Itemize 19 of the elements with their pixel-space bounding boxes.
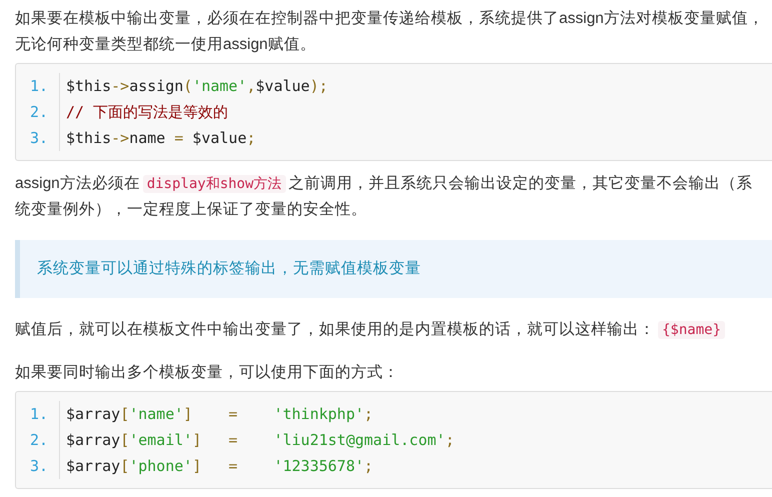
inline-code: {$name}	[658, 321, 726, 339]
line-number: 1.	[16, 401, 60, 427]
code-line: $array['phone'] = '12335678';	[65, 456, 374, 477]
paragraph: 如果要在模板中输出变量，必须在在控制器中把变量传递给模板，系统提供了assign方法对模板变量赋值，无论何种变量类型都统一使用assign赋值。	[15, 9, 765, 55]
code-line: // 下面的写法是等效的	[65, 102, 228, 123]
code-line: $array['email'] = 'liu21st@gmail.com';	[65, 430, 454, 451]
code-line: $this->name = $value;	[65, 128, 256, 149]
code-line: $array['name'] = 'thinkphp';	[65, 404, 374, 425]
note-text: 系统变量可以通过特殊的标签输出，无需赋值模板变量	[37, 260, 421, 277]
line-number: 3.	[16, 453, 60, 479]
line-number: 1.	[16, 73, 60, 99]
inline-code: display和show方法	[142, 175, 286, 193]
code-line: $this->assign('name',$value);	[65, 76, 328, 97]
paragraph: assign方法必须在 display和show方法 之前调用，并且系统只会输出设定的变量，其它变量不会输出（系统变量例外），一定程度上保证了变量的安全性。	[15, 174, 754, 220]
line-number: 2.	[16, 427, 60, 453]
paragraph: 赋值后，就可以在模板文件中输出变量了，如果使用的是内置模板的话，就可以这样输出： {$name}	[15, 317, 765, 343]
line-number: 2.	[16, 99, 60, 125]
paragraph: 如果要同时输出多个模板变量，可以使用下面的方式：	[15, 363, 400, 383]
line-number: 3.	[16, 125, 60, 151]
